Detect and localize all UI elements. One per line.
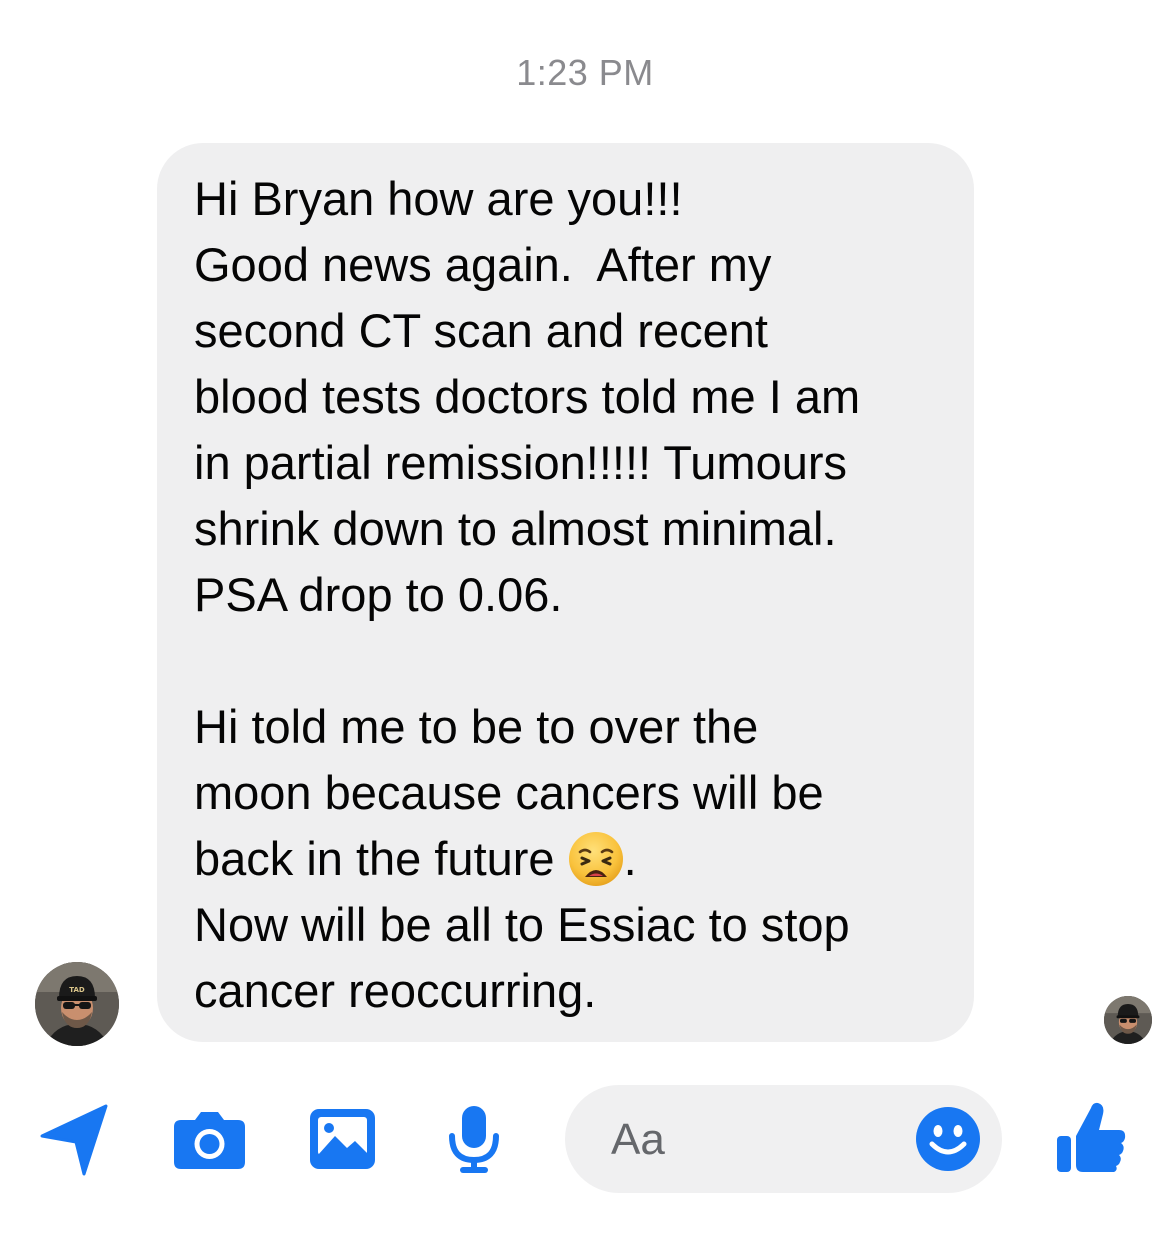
message-line: Good news again. After my [194,238,772,291]
message-line: Hi told me to be to over the [194,700,759,753]
photo-gallery-icon[interactable] [309,1108,376,1170]
message-line-with-emoji: back in the future . [194,831,637,887]
weary-face-emoji-icon [568,831,624,887]
message-line: moon because cancers will be [194,766,824,819]
message-timestamp: 1:23 PM [516,52,654,93]
message-line: second CT scan and recent [194,304,768,357]
message-input[interactable] [609,1111,913,1169]
message-line: blood tests doctors told me I am [194,370,861,423]
message-line: cancer reoccurring. [194,964,597,1017]
sender-avatar[interactable]: TAD [35,962,119,1046]
thumbs-up-icon[interactable] [1055,1100,1127,1174]
message-line: shrink down to almost minimal. [194,502,837,555]
message-line: PSA drop to 0.06. [194,568,563,621]
message-line: in partial remission!!!!! Tumours [194,436,847,489]
read-receipt-avatar [1104,996,1152,1044]
cap-logo-text: TAD [69,986,85,994]
microphone-icon[interactable] [446,1104,502,1174]
camera-icon[interactable] [173,1110,246,1170]
message-line: Now will be all to Essiac to stop [194,898,850,951]
send-location-icon[interactable] [40,1102,110,1176]
emoji-icon[interactable] [915,1106,981,1172]
received-message-bubble[interactable]: Hi Bryan how are you!!! Good news again.… [157,143,974,1042]
message-line-text: back in the future [194,832,568,885]
message-composer [565,1085,1002,1193]
message-line: Hi Bryan how are you!!! [194,172,683,225]
message-line-text: . [623,832,637,885]
